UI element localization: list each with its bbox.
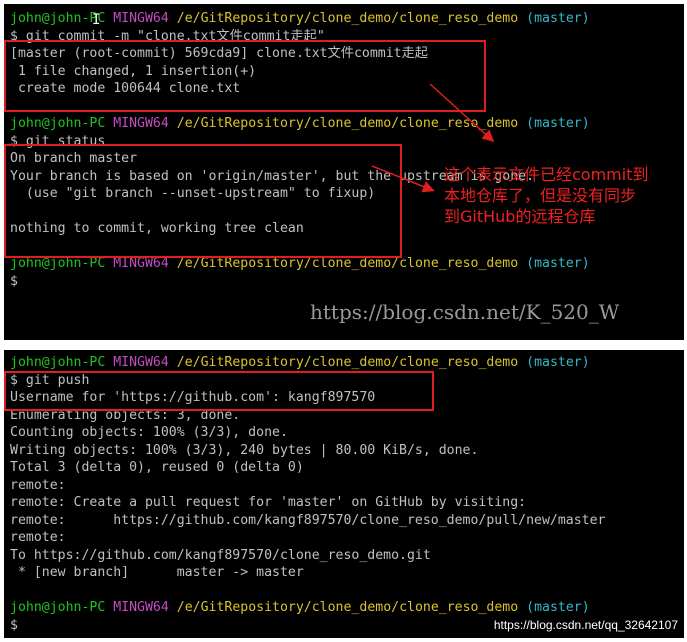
prompt-line: john@john-PC MINGW64 /e/GitRepository/cl… [10, 354, 590, 372]
prompt-host: MINGW64 [113, 355, 169, 370]
terminal-line: Counting objects: 100% (3/3), done. [10, 425, 288, 440]
prompt-user: john@john-PC [10, 600, 106, 615]
text-cursor-icon: I [92, 12, 101, 28]
prompt-user: john@john-PC [10, 355, 106, 370]
source-watermark: https://blog.csdn.net/qq_32642107 [493, 616, 678, 634]
prompt-host: MINGW64 [113, 600, 169, 615]
prompt-branch: (master) [526, 355, 590, 370]
terminal-line: * [new branch] master -> master [10, 565, 304, 580]
terminal-line: remote: [10, 530, 66, 545]
terminal-line: remote: [10, 478, 66, 493]
prompt-path: /e/GitRepository/clone_demo/clone_reso_d… [176, 355, 519, 370]
arrow-to-prompt [429, 83, 495, 143]
terminal-line: remote: https://github.com/kangf897570/c… [10, 513, 606, 528]
terminal-line: Total 3 (delta 0), reused 0 (delta 0) [10, 460, 304, 475]
prompt-branch: (master) [526, 600, 590, 615]
arrow-to-status [371, 165, 435, 193]
prompt-line: john@john-PC MINGW64 /e/GitRepository/cl… [10, 599, 590, 617]
terminal-line: Writing objects: 100% (3/3), 240 bytes |… [10, 443, 479, 458]
prompt-path: /e/GitRepository/clone_demo/clone_reso_d… [176, 600, 519, 615]
final-prompt: $ [10, 618, 18, 633]
terminal-line: remote: Create a pull request for 'maste… [10, 495, 527, 510]
terminal-line: To https://github.com/kangf897570/clone_… [10, 548, 431, 563]
highlight-box-push [4, 371, 434, 411]
